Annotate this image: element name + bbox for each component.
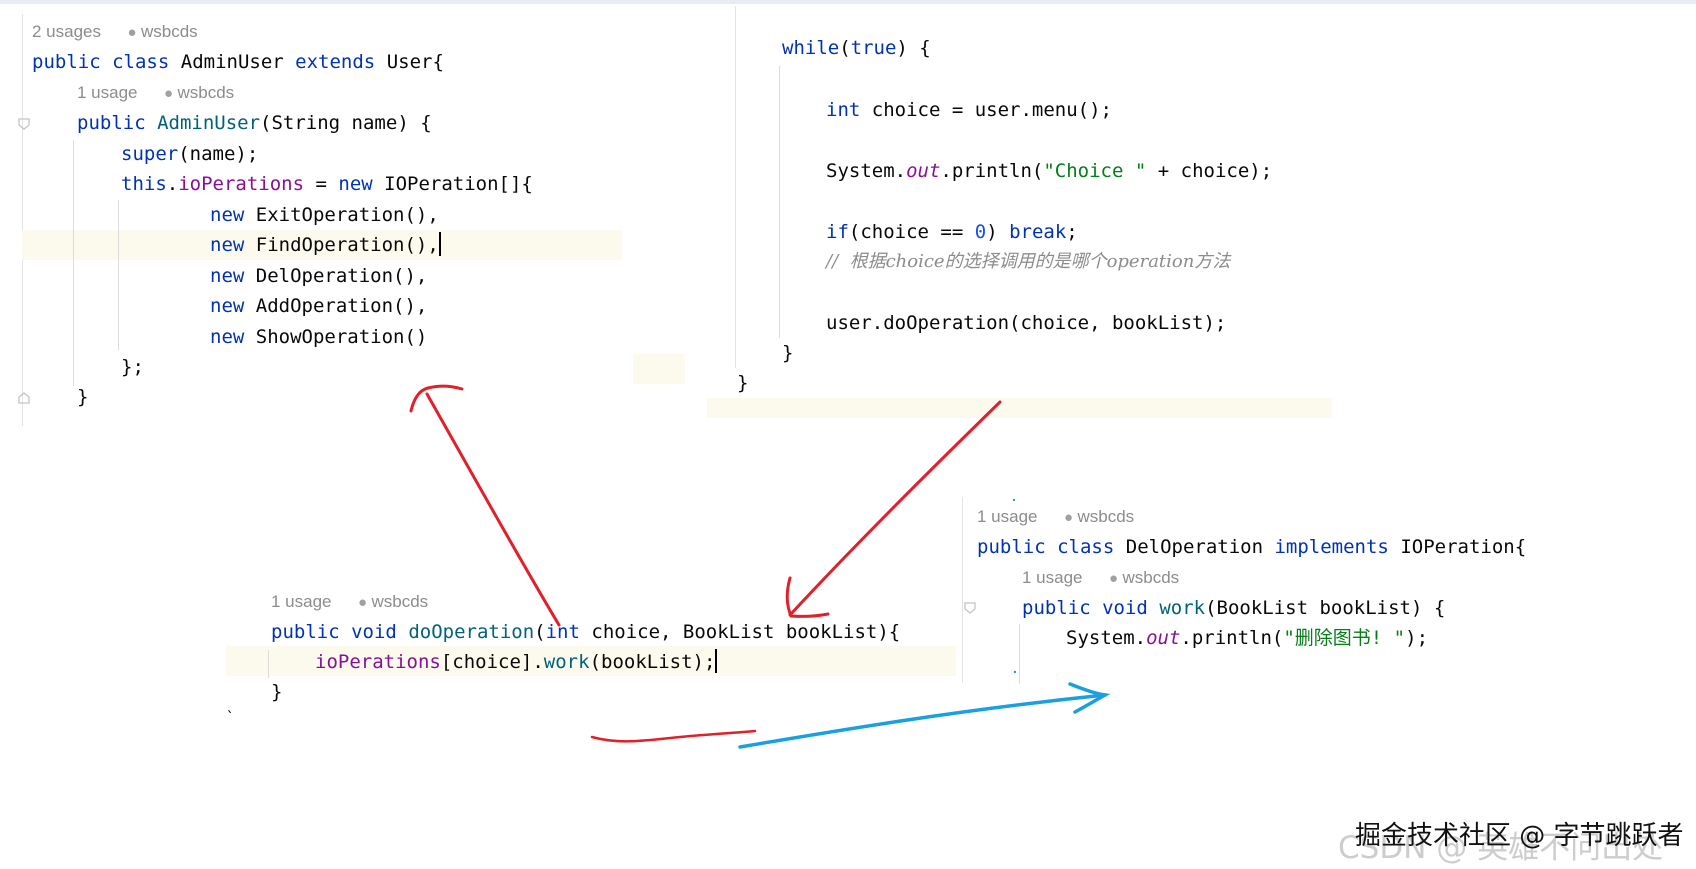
usages-count[interactable]: 1 usage bbox=[271, 592, 332, 611]
line-highlight-fragment bbox=[633, 354, 685, 384]
person-icon: ● bbox=[357, 594, 368, 611]
do-operation-call-line: user.doOperation(choice, bookList); bbox=[826, 312, 1227, 334]
deloperation-class-line: public class DelOperation implements IOP… bbox=[977, 536, 1527, 558]
usages-count[interactable]: 1 usage bbox=[977, 507, 1038, 526]
indent-guide bbox=[118, 200, 119, 350]
while-loop-line: while(true) { bbox=[782, 37, 931, 59]
fold-marker-icon[interactable] bbox=[17, 117, 31, 131]
code-comment: // 根据choice的选择调用的是哪个operation方法 bbox=[826, 251, 1231, 272]
line-highlight-fragment bbox=[707, 398, 1332, 418]
fold-marker-icon[interactable] bbox=[17, 391, 31, 405]
super-call-line: super(name); bbox=[121, 143, 259, 165]
person-icon: ● bbox=[1063, 509, 1074, 526]
text-caret bbox=[715, 649, 718, 673]
array-assignment-line: this.ioPerations = new IOPeration[]{ bbox=[121, 173, 533, 195]
usage-hint[interactable]: 2 usages ● wsbcds bbox=[32, 20, 198, 44]
usages-count[interactable]: 1 usage bbox=[77, 83, 138, 102]
person-icon: ● bbox=[127, 24, 137, 41]
author-name[interactable]: wsbcds bbox=[372, 592, 429, 611]
red-underline bbox=[590, 729, 757, 743]
constructor-declaration-line: public AdminUser(String name) { bbox=[77, 112, 432, 134]
work-call-line: ioPerations[choice].work(bookList); bbox=[315, 649, 718, 673]
array-item-line: new ShowOperation() bbox=[210, 326, 428, 348]
person-icon: ● bbox=[1108, 570, 1119, 587]
indent-guide bbox=[268, 650, 269, 678]
person-icon: ● bbox=[163, 85, 174, 102]
array-item-line: new AddOperation(), bbox=[210, 295, 428, 317]
watermark: 掘金技术社区 @ 字节跳跃者 bbox=[1355, 821, 1684, 851]
stray-dot bbox=[1013, 670, 1017, 674]
editor-gutter-line bbox=[22, 14, 23, 426]
fold-marker-icon[interactable] bbox=[963, 601, 977, 615]
array-close-line: }; bbox=[121, 356, 144, 378]
red-arrow-head bbox=[785, 576, 830, 618]
indent-guide bbox=[73, 140, 74, 386]
array-item-line: new ExitOperation(), bbox=[210, 204, 439, 226]
array-item-line: new FindOperation(), bbox=[210, 232, 441, 256]
method-close-line: } bbox=[737, 372, 749, 394]
loop-close-line: } bbox=[782, 342, 794, 364]
array-item-line: new DelOperation(), bbox=[210, 265, 428, 287]
text-caret bbox=[438, 232, 441, 256]
usage-hint[interactable]: 1 usage ● wsbcds bbox=[977, 505, 1134, 529]
work-method-declaration-line: public void work(BookList bookList) { bbox=[1022, 597, 1446, 619]
do-operation-close-line: } bbox=[271, 681, 283, 703]
blue-arrow-head bbox=[1068, 682, 1111, 714]
usages-count[interactable]: 1 usage bbox=[1022, 568, 1083, 587]
author-name[interactable]: wsbcds bbox=[178, 83, 235, 102]
if-break-line: if(choice == 0) break; bbox=[826, 221, 1078, 243]
author-name[interactable]: wsbcds bbox=[1078, 507, 1135, 526]
cropped-line-fragment: ` bbox=[226, 710, 235, 726]
author-name[interactable]: wsbcds bbox=[141, 22, 198, 41]
editor-gutter-line bbox=[962, 497, 963, 683]
indent-guide bbox=[779, 66, 780, 338]
usage-hint[interactable]: 1 usage ● wsbcds bbox=[271, 590, 428, 614]
blue-arrow-line bbox=[738, 693, 1107, 749]
class-declaration-line: public class AdminUser extends User{ bbox=[32, 51, 444, 73]
usages-count[interactable]: 2 usages bbox=[32, 22, 101, 41]
author-name[interactable]: wsbcds bbox=[1123, 568, 1180, 587]
usage-hint[interactable]: 1 usage ● wsbcds bbox=[77, 81, 234, 105]
choice-declaration-line: int choice = user.menu(); bbox=[826, 99, 1112, 121]
usage-hint[interactable]: 1 usage ● wsbcds bbox=[1022, 566, 1179, 590]
top-border bbox=[0, 0, 1696, 4]
constructor-close-line: } bbox=[77, 386, 89, 408]
print-delete-line: System.out.println("删除图书! "); bbox=[1066, 627, 1429, 649]
stray-dot bbox=[1012, 498, 1016, 502]
indent-guide bbox=[1019, 624, 1020, 684]
red-arrow-line bbox=[788, 400, 1002, 617]
print-choice-line: System.out.println("Choice " + choice); bbox=[826, 160, 1273, 182]
do-operation-declaration-line: public void doOperation(int choice, Book… bbox=[271, 621, 901, 643]
panel-divider bbox=[735, 6, 736, 368]
